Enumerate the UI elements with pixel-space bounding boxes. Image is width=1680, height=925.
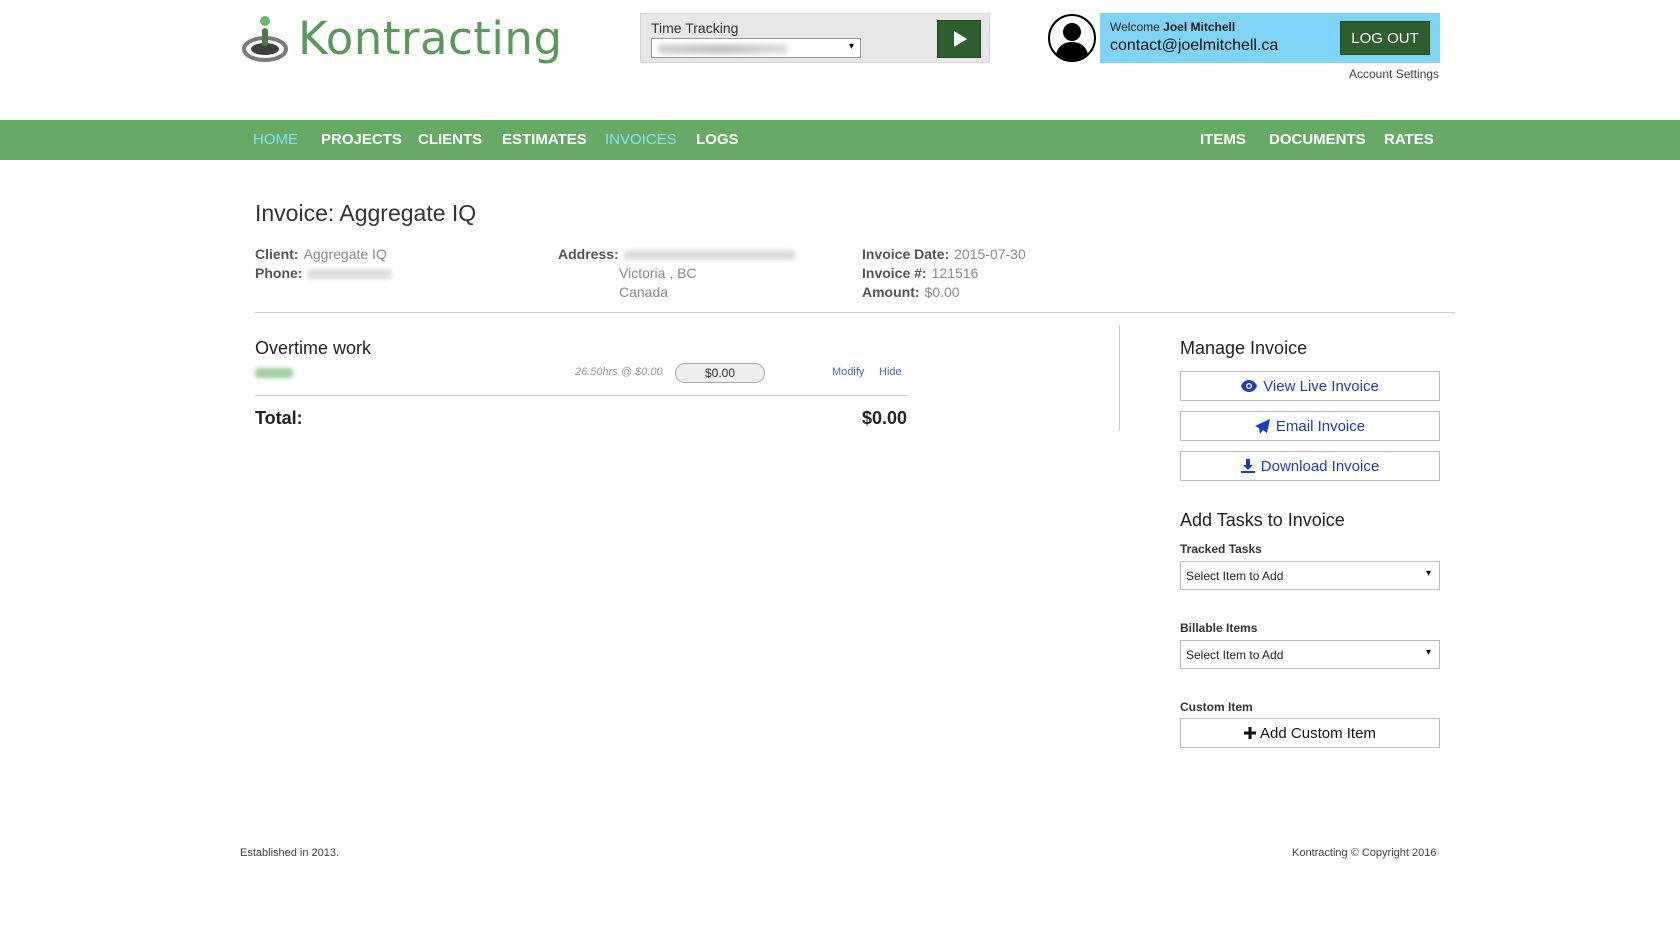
user-panel: Welcome Joel Mitchell contact@joelmitche… xyxy=(1100,13,1440,63)
nav-clients[interactable]: CLIENTS xyxy=(418,120,482,160)
download-invoice-button[interactable]: Download Invoice xyxy=(1180,451,1440,481)
client-details: Client: Aggregate IQ Phone: xyxy=(255,245,393,283)
logout-button[interactable]: LOG OUT xyxy=(1340,21,1430,55)
modify-link[interactable]: Modify xyxy=(832,366,864,378)
line-items-divider xyxy=(255,395,907,396)
main-nav: HOME PROJECTS CLIENTS ESTIMATES INVOICES… xyxy=(0,120,1680,160)
page-title: Invoice: Aggregate IQ xyxy=(255,200,477,226)
manage-invoice-title: Manage Invoice xyxy=(1180,338,1308,358)
address-label: Address: xyxy=(558,246,619,262)
brand-logo[interactable]: Kontracting xyxy=(240,12,563,65)
eye-icon xyxy=(1241,380,1258,392)
total-value: $0.00 xyxy=(862,408,908,428)
invoice-details: Invoice Date: 2015-07-30 Invoice #: 121516… xyxy=(862,245,1026,302)
chevron-down-icon: ▾ xyxy=(1425,568,1431,579)
address-street-redacted xyxy=(623,250,796,261)
play-icon xyxy=(954,31,967,47)
add-custom-item-button[interactable]: Add Custom Item xyxy=(1180,718,1440,748)
time-tracking-label: Time Tracking xyxy=(651,20,739,36)
nav-invoices[interactable]: INVOICES xyxy=(605,120,677,160)
time-tracking-select[interactable]: ▾ xyxy=(651,38,861,58)
invoice-amount-label: Amount: xyxy=(862,284,920,300)
invoice-date-value: 2015-07-30 xyxy=(954,246,1026,262)
invoice-amount-value: $0.00 xyxy=(924,284,960,300)
chevron-down-icon: ▾ xyxy=(848,41,854,52)
add-tasks-title: Add Tasks to Invoice xyxy=(1180,510,1345,530)
logo-icon xyxy=(240,14,290,64)
view-live-invoice-label: View Live Invoice xyxy=(1263,377,1379,395)
address-country: Canada xyxy=(619,284,669,300)
paper-plane-icon xyxy=(1254,418,1270,434)
welcome-text: Welcome Joel Mitchell xyxy=(1110,20,1236,34)
address-details: Address: Victoria , BC Canada xyxy=(558,245,796,302)
time-tracking-panel: Time Tracking ▾ xyxy=(640,13,990,63)
user-email: contact@joelmitchell.ca xyxy=(1110,37,1279,54)
user-name: Joel Mitchell xyxy=(1163,20,1236,34)
view-live-invoice-button[interactable]: View Live Invoice xyxy=(1180,371,1440,401)
email-invoice-button[interactable]: Email Invoice xyxy=(1180,411,1440,441)
invoice-number-value: 121516 xyxy=(931,265,979,281)
invoice-date-label: Invoice Date: xyxy=(862,246,950,262)
header-divider xyxy=(255,312,1455,313)
client-label: Client: xyxy=(255,246,299,262)
line-item-amount[interactable]: $0.00 xyxy=(675,363,765,383)
address-city: Victoria , BC xyxy=(619,265,697,281)
add-custom-item-label: Add Custom Item xyxy=(1260,724,1376,742)
billable-items-select[interactable]: Select Item to Add ▾ xyxy=(1180,640,1440,669)
tracked-tasks-value: Select Item to Add xyxy=(1186,569,1284,583)
total-label: Total: xyxy=(255,408,303,428)
custom-item-label: Custom Item xyxy=(1180,700,1253,714)
phone-value-redacted xyxy=(307,269,393,280)
footer-copyright: Kontracting © Copyright 2016 xyxy=(1292,847,1437,859)
start-timer-button[interactable] xyxy=(937,20,981,58)
line-item-rate: 26.50hrs @ $0.00 xyxy=(575,366,663,378)
tracked-tasks-select[interactable]: Select Item to Add ▾ xyxy=(1180,561,1440,590)
phone-label: Phone: xyxy=(255,265,303,281)
nav-rates[interactable]: RATES xyxy=(1384,120,1434,160)
group-title: Overtime work xyxy=(255,338,372,358)
download-invoice-label: Download Invoice xyxy=(1260,457,1380,475)
nav-items[interactable]: ITEMS xyxy=(1200,120,1246,160)
billable-items-value: Select Item to Add xyxy=(1186,648,1284,662)
brand-name: Kontracting xyxy=(298,12,563,65)
nav-estimates[interactable]: ESTIMATES xyxy=(502,120,587,160)
download-icon xyxy=(1240,459,1255,473)
nav-logs[interactable]: LOGS xyxy=(696,120,739,160)
nav-home[interactable]: HOME xyxy=(253,120,298,160)
invoice-number-label: Invoice #: xyxy=(862,265,927,281)
chevron-down-icon: ▾ xyxy=(1425,647,1431,658)
nav-projects[interactable]: PROJECTS xyxy=(321,120,402,160)
footer-established: Established in 2013. xyxy=(240,847,340,859)
client-value: Aggregate IQ xyxy=(303,246,387,262)
tracked-tasks-label: Tracked Tasks xyxy=(1180,542,1262,556)
column-divider xyxy=(1119,325,1120,431)
account-settings-link[interactable]: Account Settings xyxy=(1349,67,1439,81)
email-invoice-label: Email Invoice xyxy=(1275,417,1366,435)
redacted-selection xyxy=(658,44,788,54)
billable-items-label: Billable Items xyxy=(1180,621,1258,635)
line-item-name-redacted xyxy=(255,368,293,378)
plus-icon xyxy=(1244,724,1257,742)
hide-link[interactable]: Hide xyxy=(879,366,902,378)
nav-documents[interactable]: DOCUMENTS xyxy=(1269,120,1366,160)
avatar[interactable] xyxy=(1048,14,1096,62)
